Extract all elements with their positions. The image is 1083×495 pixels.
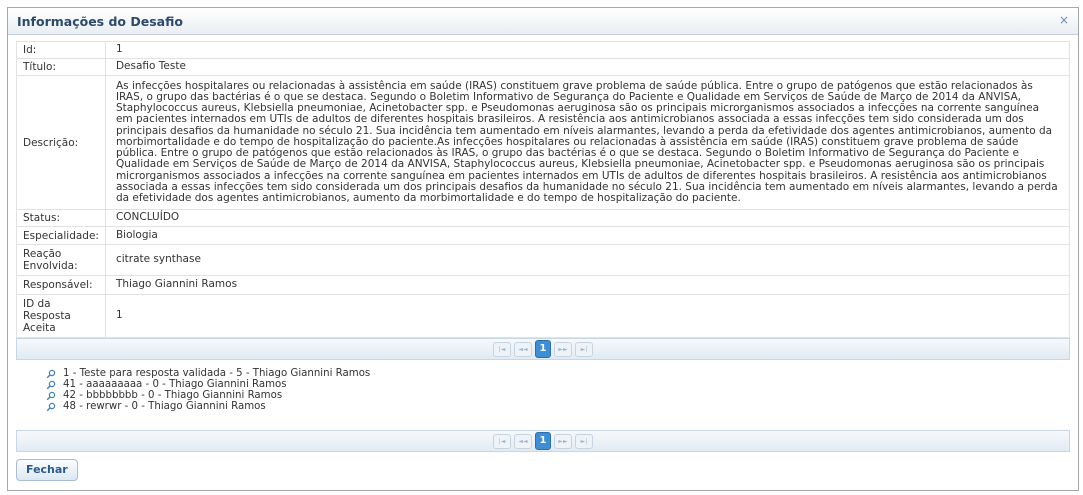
current-page-button[interactable]: 1 [535, 432, 551, 450]
first-page-button[interactable]: |◄ [493, 341, 511, 357]
detail-row-title: Título: Desafio Teste [16, 58, 1071, 76]
magnifier-icon[interactable] [46, 380, 56, 390]
paginator-top: |◄ ◄◄ 1 ►► ►| [16, 338, 1070, 360]
detail-row-responsible: Responsável: Thiago Giannini Ramos [16, 275, 1071, 295]
prev-page-button[interactable]: ◄◄ [514, 433, 532, 449]
detail-label: Título: [16, 58, 106, 76]
magnifier-icon[interactable] [46, 369, 56, 379]
list-item[interactable]: 42 - bbbbbbbb - 0 - Thiago Giannini Ramo… [46, 390, 1070, 401]
detail-value: Biologia [104, 226, 1071, 245]
current-page-button[interactable]: 1 [535, 340, 551, 358]
response-text: 1 - Teste para resposta validada - 5 - T… [63, 368, 371, 379]
first-page-button[interactable]: |◄ [493, 433, 511, 449]
detail-row-description: Descrição: As infecções hospitalares ou … [16, 75, 1071, 210]
status-value: CONCLUÍDO [104, 209, 1071, 227]
dialog-footer: Fechar [16, 456, 1070, 481]
detail-value: As infecções hospitalares ou relacionada… [104, 75, 1071, 210]
detail-value: Thiago Giannini Ramos [104, 275, 1071, 295]
detail-label: Descrição: [16, 75, 106, 210]
paginator-bottom: |◄ ◄◄ 1 ►► ►| [16, 430, 1070, 452]
magnifier-icon[interactable] [46, 391, 56, 401]
detail-row-accepted-answer: ID da Resposta Aceita 1 [16, 294, 1071, 338]
list-item[interactable]: 1 - Teste para resposta validada - 5 - T… [46, 368, 1070, 379]
detail-row-id: Id: 1 [16, 41, 1071, 59]
list-item[interactable]: 48 - rewrwr - 0 - Thiago Giannini Ramos [46, 401, 1070, 412]
detail-row-reaction: Reação Envolvida: citrate synthase [16, 244, 1071, 276]
detail-row-status: Status: CONCLUÍDO [16, 209, 1071, 227]
response-text: 41 - aaaaaaaaa - 0 - Thiago Giannini Ram… [63, 379, 287, 390]
detail-label: Status: [16, 209, 106, 227]
detail-label: Responsável: [16, 275, 106, 295]
last-page-button[interactable]: ►| [575, 433, 593, 449]
detail-row-specialty: Especialidade: Biologia [16, 226, 1071, 245]
list-item[interactable]: 41 - aaaaaaaaa - 0 - Thiago Giannini Ram… [46, 379, 1070, 390]
detail-value: 1 [104, 41, 1071, 59]
detail-value: citrate synthase [104, 244, 1071, 276]
details-table: Id: 1 Título: Desafio Teste Descrição: A… [16, 41, 1071, 338]
detail-label: Id: [16, 41, 106, 59]
response-text: 42 - bbbbbbbb - 0 - Thiago Giannini Ramo… [63, 390, 283, 401]
detail-value: 1 [104, 294, 1071, 338]
dialog-titlebar[interactable]: Informações do Desafio × [8, 8, 1078, 35]
detail-value: Desafio Teste [104, 58, 1071, 76]
close-button[interactable]: Fechar [16, 459, 78, 481]
detail-label: Reação Envolvida: [16, 244, 106, 276]
close-icon[interactable]: × [1058, 14, 1070, 26]
next-page-button[interactable]: ►► [554, 433, 572, 449]
prev-page-button[interactable]: ◄◄ [514, 341, 532, 357]
response-text: 48 - rewrwr - 0 - Thiago Giannini Ramos [63, 401, 266, 412]
detail-label: Especialidade: [16, 226, 106, 245]
dialog-title: Informações do Desafio [17, 13, 183, 29]
responses-list: 1 - Teste para resposta validada - 5 - T… [16, 360, 1070, 430]
magnifier-icon[interactable] [46, 402, 56, 412]
detail-label: ID da Resposta Aceita [16, 294, 106, 338]
dialog-content: Id: 1 Título: Desafio Teste Descrição: A… [8, 41, 1078, 481]
next-page-button[interactable]: ►► [554, 341, 572, 357]
challenge-info-dialog: Informações do Desafio × Id: 1 Título: D… [7, 7, 1079, 491]
last-page-button[interactable]: ►| [575, 341, 593, 357]
